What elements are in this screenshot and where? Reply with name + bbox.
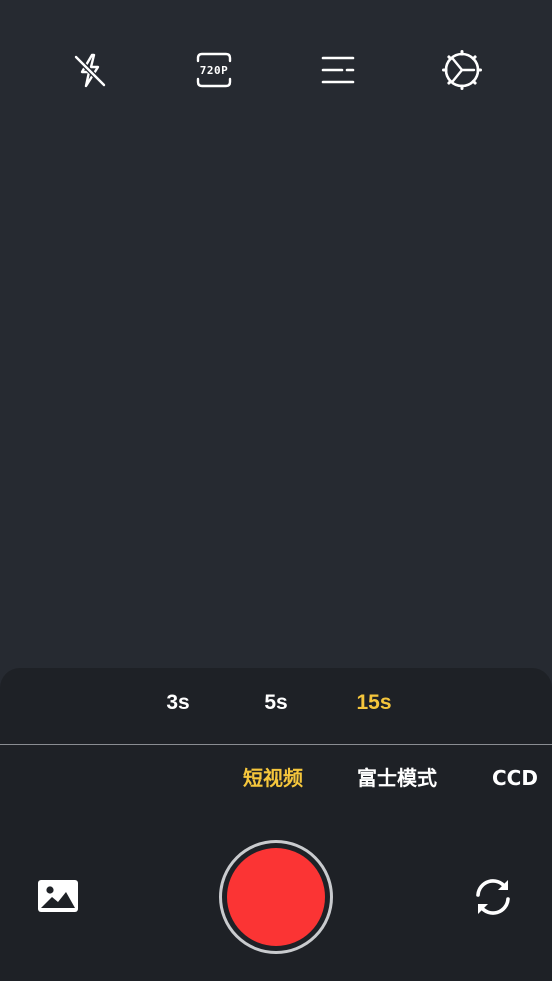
- camera-preview[interactable]: [0, 110, 552, 665]
- camera-switch-icon: [476, 879, 510, 915]
- gallery-button[interactable]: [36, 878, 80, 914]
- divider: [0, 744, 552, 745]
- mode-fuji[interactable]: 富士模式: [357, 760, 437, 796]
- record-button-core: [227, 848, 325, 946]
- settings-button[interactable]: [440, 48, 484, 92]
- camera-screen: 720P 3s 5s 15s 短视频 富士模式 CCD: [0, 0, 552, 981]
- resolution-button[interactable]: 720P: [192, 48, 236, 92]
- bottom-panel: 3s 5s 15s 短视频 富士模式 CCD: [0, 668, 552, 981]
- gear-icon: [442, 50, 482, 90]
- duration-option-3s[interactable]: 3s: [146, 688, 210, 718]
- adjust-menu-button[interactable]: [316, 48, 360, 92]
- adjust-icon: [321, 56, 355, 84]
- top-toolbar: 720P: [0, 40, 552, 100]
- flash-off-icon: [74, 53, 106, 88]
- image-icon: [38, 880, 78, 912]
- mode-selector: 短视频 富士模式 CCD: [0, 760, 552, 796]
- duration-option-5s[interactable]: 5s: [244, 688, 308, 718]
- resolution-label: 720P: [199, 63, 229, 77]
- capture-controls: [0, 838, 552, 958]
- record-button[interactable]: [219, 840, 333, 954]
- switch-camera-button[interactable]: [470, 874, 516, 920]
- mode-ccd[interactable]: CCD: [492, 760, 538, 796]
- duration-selector: 3s 5s 15s: [0, 668, 552, 744]
- duration-option-15s[interactable]: 15s: [342, 688, 406, 718]
- mode-short-video[interactable]: 短视频: [243, 760, 303, 796]
- flash-toggle-button[interactable]: [68, 48, 112, 92]
